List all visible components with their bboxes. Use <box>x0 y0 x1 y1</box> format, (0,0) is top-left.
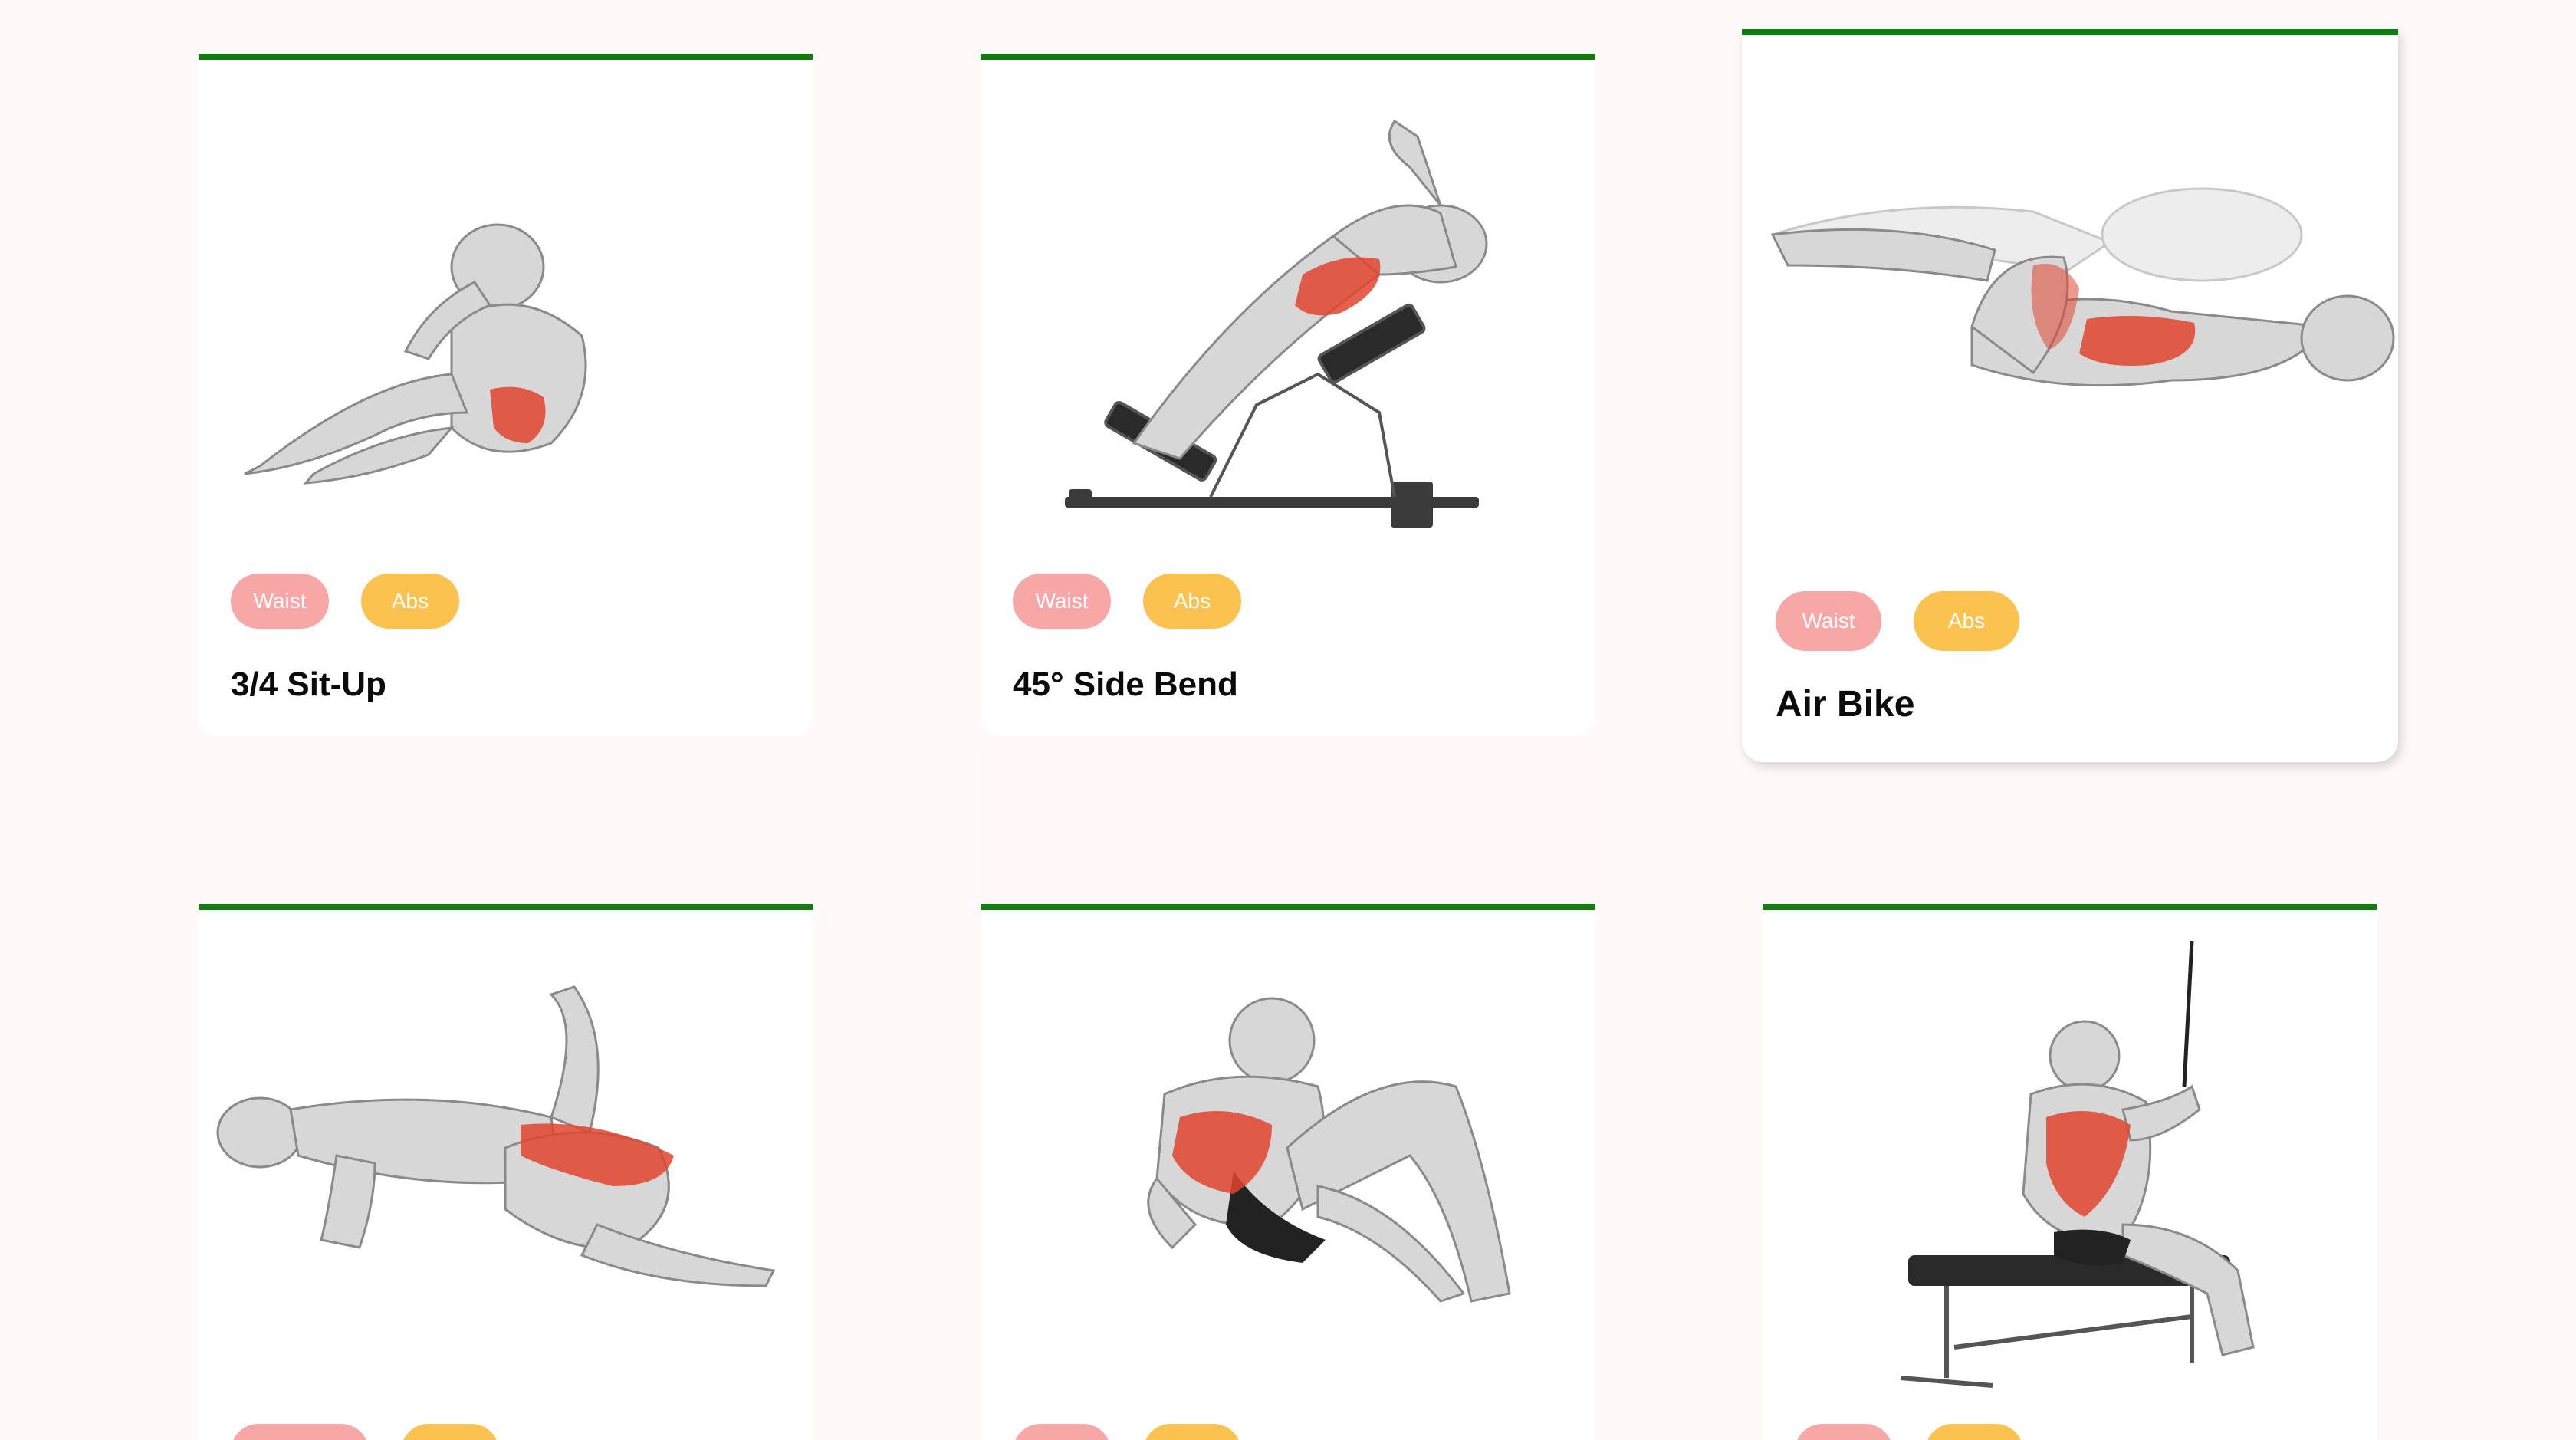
exercise-card-5[interactable] <box>981 904 1595 1440</box>
tag-waist[interactable]: Waist <box>1013 574 1111 629</box>
exercise-grid: Waist Abs 3/4 Sit-Up Waist Abs 45° Side … <box>0 0 2576 1440</box>
tag-waist[interactable] <box>1013 1424 1111 1440</box>
exercise-card-4[interactable] <box>199 904 813 1440</box>
exercise-card-6[interactable] <box>1763 904 2377 1440</box>
tag-abs[interactable]: Abs <box>1143 574 1241 629</box>
tag-abs[interactable] <box>401 1424 499 1440</box>
tag-waist[interactable] <box>1795 1424 1893 1440</box>
tag-abs[interactable] <box>1925 1424 2023 1440</box>
exercise-card-45-side-bend[interactable]: Waist Abs 45° Side Bend <box>981 54 1595 736</box>
tag-waist[interactable]: Waist <box>1776 591 1881 651</box>
exercise-title[interactable]: 3/4 Sit-Up <box>231 666 386 704</box>
tag-abs[interactable] <box>1143 1424 1241 1440</box>
exercise-card-air-bike[interactable]: Waist Abs Air Bike <box>1742 29 2398 762</box>
tag-abs[interactable]: Abs <box>1914 591 2019 651</box>
exercise-title[interactable]: 45° Side Bend <box>1013 666 1238 704</box>
seated-cable-row-bench-figure-image <box>1763 933 2377 1409</box>
tag-waist[interactable]: Waist <box>231 574 329 629</box>
air-bike-figure-image <box>1742 150 2398 472</box>
seated-crunch-figure-image <box>981 972 1595 1332</box>
tag-abs[interactable]: Abs <box>361 574 459 629</box>
sit-up-figure-image <box>199 106 813 535</box>
exercise-card-3-4-sit-up[interactable]: Waist Abs 3/4 Sit-Up <box>199 54 813 736</box>
tag-waist[interactable] <box>231 1424 369 1440</box>
exercise-title[interactable]: Air Bike <box>1776 683 1914 725</box>
side-bend-bench-figure-image <box>981 98 1595 543</box>
card-gap-shade-1 <box>981 736 1594 905</box>
kneeling-hip-flexor-figure-image <box>199 979 813 1301</box>
